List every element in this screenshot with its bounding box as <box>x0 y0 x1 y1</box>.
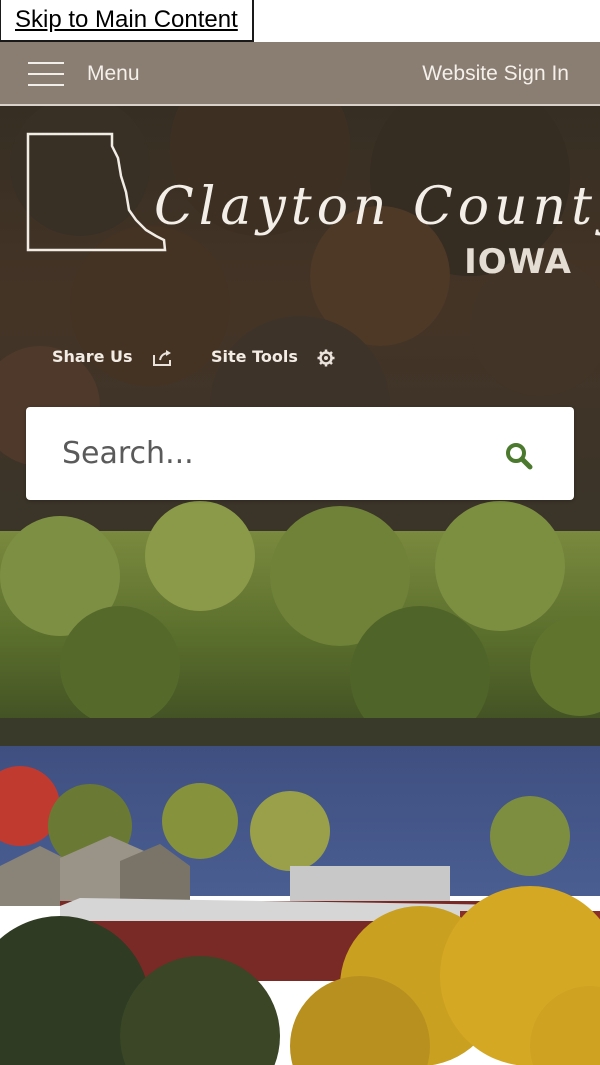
county-outline-icon <box>26 132 167 252</box>
share-us-button[interactable]: Share Us <box>52 347 174 367</box>
website-sign-in-link[interactable]: Website Sign In <box>422 62 569 86</box>
menu-button[interactable]: Menu <box>87 62 140 86</box>
gear-icon <box>317 349 335 366</box>
search-input[interactable] <box>62 429 482 477</box>
site-tools-label: Site Tools <box>211 347 298 366</box>
share-icon <box>153 349 172 366</box>
search-icon[interactable] <box>504 441 534 471</box>
logo-county-name: Clayton County <box>154 177 600 237</box>
top-menu-bar: Menu Website Sign In <box>0 42 600 105</box>
site-tools-button[interactable]: Site Tools <box>211 347 335 367</box>
logo-state-name: IOWA <box>464 242 572 282</box>
skip-to-main-content-link[interactable]: Skip to Main Content <box>0 0 254 42</box>
hero-banner: Clayton County IOWA Share Us Site Tools <box>0 106 600 1065</box>
hamburger-menu-icon[interactable] <box>28 60 64 86</box>
search-box <box>26 407 574 500</box>
share-us-label: Share Us <box>52 347 133 366</box>
site-logo[interactable]: Clayton County IOWA <box>26 132 600 282</box>
skip-bar: Skip to Main Content <box>0 0 600 42</box>
